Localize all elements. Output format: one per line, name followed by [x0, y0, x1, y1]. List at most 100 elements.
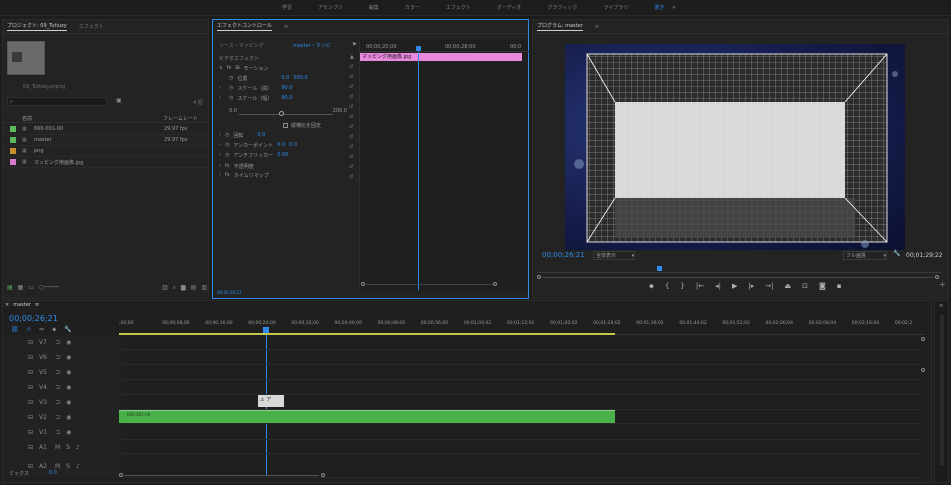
snap-icon[interactable]: ⛓: [11, 326, 19, 334]
reset-icon[interactable]: ↺: [349, 134, 353, 140]
reset-icon[interactable]: ↺: [349, 164, 353, 170]
step-forward-icon[interactable]: |▸: [748, 282, 754, 291]
track-output-icon[interactable]: M: [55, 463, 60, 470]
settings-icon[interactable]: 🔧: [64, 326, 71, 334]
solo-icon[interactable]: S: [66, 444, 70, 451]
uniform-scale-checkbox[interactable]: 縦横比を固定: [283, 122, 321, 129]
track-label[interactable]: A2: [39, 463, 49, 470]
fit-dropdown[interactable]: 全体表示 ▾: [593, 251, 635, 260]
stopwatch-icon[interactable]: ◷: [229, 85, 233, 94]
eye-icon[interactable]: ◉: [66, 369, 71, 376]
sync-lock-icon[interactable]: ⊟: [28, 339, 33, 346]
timeline-vscroll-top[interactable]: [921, 337, 925, 341]
track-output-icon[interactable]: ⊐: [55, 354, 60, 361]
automate-icon[interactable]: ▥: [162, 285, 168, 291]
new-bin-icon[interactable]: ▣: [116, 98, 122, 104]
reset-icon[interactable]: ↺: [349, 144, 353, 150]
eye-icon[interactable]: ◉: [66, 429, 71, 436]
panel-menu-icon[interactable]: ≡: [284, 24, 288, 30]
program-current-time[interactable]: 00;00;26;21: [542, 251, 585, 259]
stopwatch-icon[interactable]: ◷: [229, 75, 233, 84]
sync-lock-icon[interactable]: ⊟: [28, 354, 33, 361]
mark-out-icon[interactable]: }: [680, 282, 684, 291]
workspace-tab[interactable]: カラー: [405, 4, 420, 11]
tab-effects[interactable]: エフェクト: [79, 23, 104, 30]
program-zoom-bar[interactable]: [537, 275, 942, 280]
property-value[interactable]: 90.0: [281, 85, 292, 94]
zoom-slider[interactable]: ○────: [39, 285, 59, 291]
track-label[interactable]: V3: [39, 399, 49, 406]
tab-project[interactable]: プロジェクト: 09_Tutiuzy: [7, 22, 67, 31]
meter-menu-icon[interactable]: ≡: [939, 303, 943, 309]
source-selector[interactable]: ソース・マッピング: [219, 42, 264, 49]
reset-icon[interactable]: ↺: [349, 114, 353, 120]
sync-lock-icon[interactable]: ⊟: [28, 463, 33, 470]
reset-icon[interactable]: ↺: [349, 154, 353, 160]
motion-row[interactable]: ∨ fx ⊞ モーション: [219, 65, 359, 72]
track-output-icon[interactable]: ⊐: [55, 369, 60, 376]
track-output-icon[interactable]: M: [55, 444, 60, 451]
reset-icon[interactable]: ↺: [349, 124, 353, 130]
mark-in-icon[interactable]: {: [665, 282, 669, 291]
column-fps[interactable]: フレームレート: [163, 115, 198, 122]
add-marker-icon[interactable]: ⬥: [649, 282, 654, 291]
property-value[interactable]: 0.0: [281, 75, 289, 84]
panel-menu-icon[interactable]: ≡: [595, 24, 599, 30]
mix-value[interactable]: 0.0: [49, 470, 57, 477]
project-list-item[interactable]: ▦ マッピング用画像.jpg: [3, 157, 208, 168]
play-icon[interactable]: ▶: [353, 41, 357, 47]
reset-icon[interactable]: ↺: [349, 174, 353, 180]
track-output-icon[interactable]: ⊐: [55, 414, 60, 421]
track-label[interactable]: V7: [39, 339, 49, 346]
workspace-tab[interactable]: グラフィック: [547, 4, 577, 11]
workspace-tab[interactable]: 書き: [654, 4, 664, 11]
effect-bottom-time[interactable]: 00;00;26;21: [217, 290, 241, 295]
timeline-ruler[interactable]: ;00;00 00;00;08;00 00;00;16;00 00;00;24;00 0…: [119, 319, 925, 335]
sync-lock-icon[interactable]: ⊟: [28, 384, 33, 391]
eye-icon[interactable]: ◉: [66, 354, 71, 361]
solo-icon[interactable]: S: [66, 463, 70, 470]
property-value[interactable]: 90.0: [281, 95, 292, 104]
reset-icon[interactable]: ↺: [349, 74, 353, 80]
sync-lock-icon[interactable]: ⊟: [28, 444, 33, 451]
track-label[interactable]: V1: [39, 429, 49, 436]
close-icon[interactable]: ×: [5, 302, 9, 308]
extract-icon[interactable]: ⊡: [802, 282, 808, 291]
icon-view-icon[interactable]: ▦: [18, 285, 24, 291]
column-name[interactable]: 名前: [22, 115, 32, 122]
linked-selection-icon[interactable]: ∩: [27, 326, 31, 334]
track-label[interactable]: V4: [39, 384, 49, 391]
search-input[interactable]: ⌕: [7, 97, 107, 106]
program-video-frame[interactable]: [565, 44, 905, 250]
sync-lock-icon[interactable]: ⊟: [28, 429, 33, 436]
tab-program[interactable]: プログラム: master: [537, 22, 583, 31]
export-frame-icon[interactable]: ◙: [819, 282, 826, 291]
opacity-row[interactable]: › fx 不透明度: [219, 163, 254, 170]
effect-ruler[interactable]: 00;00;20;00 00;00;28;00 00;0: [360, 42, 529, 52]
timeline-tab[interactable]: × master ≡: [5, 302, 39, 308]
find-icon[interactable]: ⌕: [173, 285, 176, 291]
playhead-marker[interactable]: [263, 327, 269, 333]
clip-v1[interactable]: 666-001-00: [119, 410, 615, 423]
more-icon[interactable]: ▪: [837, 282, 842, 291]
track-label[interactable]: A1: [39, 444, 49, 451]
add-edit-icon[interactable]: ⇔: [39, 326, 44, 334]
track-output-icon[interactable]: ⊐: [55, 399, 60, 406]
project-list-item[interactable]: ▦ 666-001-00 29.97 fps: [3, 124, 208, 135]
eye-icon[interactable]: ◉: [66, 384, 71, 391]
marker-icon[interactable]: ⬥: [52, 326, 56, 334]
list-view-icon[interactable]: ▤: [7, 285, 13, 291]
track-output-icon[interactable]: ⊐: [55, 339, 60, 346]
wrench-icon[interactable]: 🔧: [893, 251, 900, 257]
program-scrubber[interactable]: [537, 265, 942, 273]
reset-icon[interactable]: ↺: [349, 64, 353, 70]
timeline-hscroll[interactable]: [119, 473, 925, 479]
effect-zoom-scrollbar[interactable]: [361, 282, 501, 288]
sync-lock-icon[interactable]: ⊟: [28, 414, 33, 421]
timeline-current-time[interactable]: 00;00;26;21: [9, 314, 58, 323]
track-output-icon[interactable]: ⊐: [55, 429, 60, 436]
timeline-vscroll-bottom[interactable]: [921, 368, 925, 372]
step-back-icon[interactable]: ◂|: [715, 282, 721, 291]
track-label[interactable]: V5: [39, 369, 49, 376]
microphone-icon[interactable]: ♪: [76, 463, 80, 470]
